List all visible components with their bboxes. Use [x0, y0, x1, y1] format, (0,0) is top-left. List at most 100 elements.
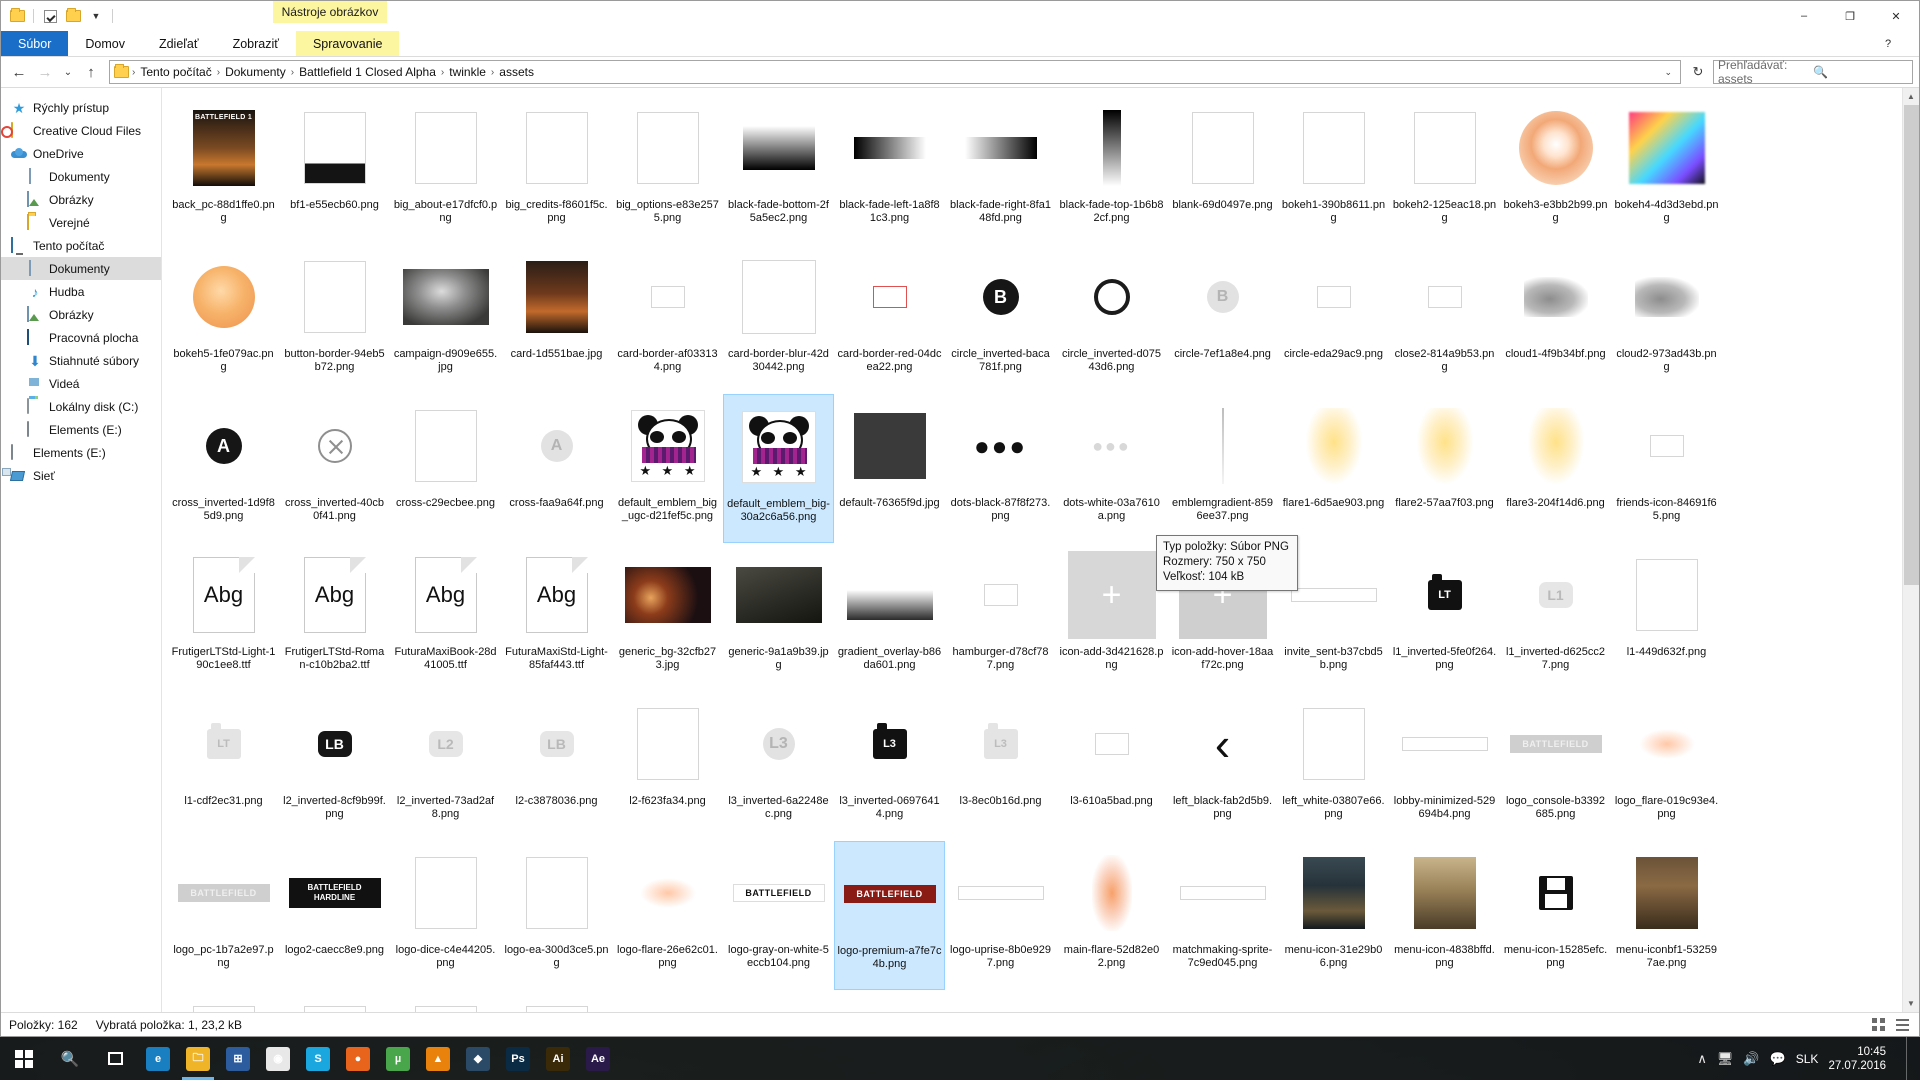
- taskbar-app-steam[interactable]: ◆: [458, 1037, 498, 1080]
- file-item[interactable]: LT l1-cdf2ec31.png: [168, 692, 279, 841]
- file-item[interactable]: bokeh4-4d3d3ebd.png: [1611, 96, 1722, 245]
- close-button[interactable]: ✕: [1873, 1, 1919, 31]
- file-item[interactable]: Abg FuturaMaxiStd-Light-85faf443.ttf: [501, 543, 612, 692]
- file-item[interactable]: lobby-minimized-529694b4.png: [1389, 692, 1500, 841]
- taskbar-app-vlc[interactable]: ▲: [418, 1037, 458, 1080]
- file-item[interactable]: L2 l2_inverted-73ad2af8.png: [390, 692, 501, 841]
- action-center-icon[interactable]: 💬: [1770, 1051, 1786, 1067]
- file-item[interactable]: black-fade-bottom-2f5a5ec2.png: [723, 96, 834, 245]
- chevron-down-icon[interactable]: ⌄: [1658, 67, 1678, 78]
- sidebar-item-onedrive-documents[interactable]: Dokumenty: [1, 165, 161, 188]
- file-item[interactable]: ★ ★ ★ default_emblem_big_ugc-d21fef5c.png: [612, 394, 723, 543]
- file-item[interactable]: BATTLEFIELD logo-premium-a7fe7c4b.png: [834, 841, 945, 990]
- file-item[interactable]: BATTLEFIELD logo_console-b3392685.png: [1500, 692, 1611, 841]
- file-item[interactable]: circle-eda29ac9.png: [1278, 245, 1389, 394]
- tab-manage[interactable]: Spravovanie: [295, 31, 400, 57]
- tab-home[interactable]: Domov: [68, 31, 142, 57]
- file-item[interactable]: L3 l3_inverted-06976414.png: [834, 692, 945, 841]
- file-item[interactable]: flare3-204f14d6.png: [1500, 394, 1611, 543]
- file-item[interactable]: campaign-d909e655.jpg: [390, 245, 501, 394]
- taskbar-app-edge[interactable]: e: [138, 1037, 178, 1080]
- file-item[interactable]: bokeh5-1fe079ac.png: [168, 245, 279, 394]
- file-item[interactable]: Abg FuturaMaxiBook-28d41005.ttf: [390, 543, 501, 692]
- file-item[interactable]: cross-c29ecbee.png: [390, 394, 501, 543]
- sidebar-item-music[interactable]: ♪ Hudba: [1, 280, 161, 303]
- file-item[interactable]: black-fade-right-8fa148fd.png: [945, 96, 1056, 245]
- recent-locations-button[interactable]: ⌄: [59, 60, 77, 84]
- file-item[interactable]: card-border-af033134.png: [612, 245, 723, 394]
- file-item[interactable]: Abg FrutigerLTStd-Light-190c1ee8.ttf: [168, 543, 279, 692]
- file-item[interactable]: + icon-add-3d421628.png: [1056, 543, 1167, 692]
- file-item[interactable]: L1 l1_inverted-d625cc27.png: [1500, 543, 1611, 692]
- file-item[interactable]: card-1d551bae.jpg: [501, 245, 612, 394]
- file-item[interactable]: logo-flare-26e62c01.png: [612, 841, 723, 990]
- file-item[interactable]: ★ ★ ★ default_emblem_big-30a2c6a56.png: [723, 394, 834, 543]
- properties-checkbox-icon[interactable]: [40, 6, 60, 26]
- taskbar-app-store[interactable]: ⊞: [218, 1037, 258, 1080]
- file-item[interactable]: LB l2-c3878036.png: [501, 692, 612, 841]
- file-item[interactable]: logo-ea-300d3ce5.png: [501, 841, 612, 990]
- file-item[interactable]: L3 l3_inverted-6a2248ec.png: [723, 692, 834, 841]
- network-icon[interactable]: 🖥: [1717, 1051, 1734, 1067]
- file-item[interactable]: l3-610a5bad.png: [1056, 692, 1167, 841]
- file-item[interactable]: friends-icon-84691f65.png: [1611, 394, 1722, 543]
- tab-file[interactable]: Súbor: [1, 31, 69, 57]
- tab-share[interactable]: Zdieľať: [142, 31, 216, 57]
- taskbar-app-illustrator[interactable]: Ai: [538, 1037, 578, 1080]
- file-item[interactable]: l2-f623fa34.png: [612, 692, 723, 841]
- file-item[interactable]: logo-dice-c4e44205.png: [390, 841, 501, 990]
- taskbar-app-aftereffects[interactable]: Ae: [578, 1037, 618, 1080]
- address-bar[interactable]: › Tento počítač › Dokumenty › Battlefiel…: [109, 60, 1681, 84]
- file-item[interactable]: menu-icon-4838bffd.png: [1389, 841, 1500, 990]
- navigation-pane[interactable]: ★ Rýchly prístup Creative Cloud Files On…: [1, 88, 161, 1012]
- sidebar-item-network[interactable]: Sieť: [1, 464, 161, 487]
- file-item[interactable]: hamburger-d78cf787.png: [945, 543, 1056, 692]
- taskbar-app-chrome[interactable]: ◉: [258, 1037, 298, 1080]
- file-item[interactable]: Bcircle_inverted-baca781f.png: [945, 245, 1056, 394]
- file-item[interactable]: generic-9a1a9b39.jpg: [723, 543, 834, 692]
- taskbar-app-file-explorer[interactable]: 🗀: [178, 1037, 218, 1080]
- file-item[interactable]: flare2-57aa7f03.png: [1389, 394, 1500, 543]
- file-item[interactable]: circle_inverted-d07543d6.png: [1056, 245, 1167, 394]
- new-folder-icon[interactable]: [63, 6, 83, 26]
- file-item[interactable]: gradient_overlay-b86da601.png: [834, 543, 945, 692]
- file-item[interactable]: emblemgradient-8596ee37.png: [1167, 394, 1278, 543]
- breadcrumb-documents[interactable]: Dokumenty: [221, 63, 290, 81]
- refresh-button[interactable]: ↻: [1687, 64, 1709, 80]
- sidebar-item-quick-access[interactable]: ★ Rýchly prístup: [1, 96, 161, 119]
- file-item[interactable]: big_options-e83e2575.png: [612, 96, 723, 245]
- sidebar-item-local-disk-c[interactable]: Lokálny disk (C:): [1, 395, 161, 418]
- breadcrumb-twinkle[interactable]: twinkle: [445, 63, 490, 81]
- start-button[interactable]: [0, 1037, 48, 1080]
- taskbar-app-firefox[interactable]: ●: [338, 1037, 378, 1080]
- sidebar-item-videos[interactable]: Videá: [1, 372, 161, 395]
- file-item[interactable]: blank-69d0497e.png: [1167, 96, 1278, 245]
- file-item[interactable]: card-border-red-04dcea22.png: [834, 245, 945, 394]
- sidebar-item-onedrive[interactable]: OneDrive: [1, 142, 161, 165]
- file-item[interactable]: cross_inverted-40cb0f41.png: [279, 394, 390, 543]
- file-item[interactable]: big_about-e17dfcf0.png: [390, 96, 501, 245]
- file-item[interactable]: LB l2_inverted-8cf9b99f.png: [279, 692, 390, 841]
- file-item[interactable]: generic_bg-32cfb273.jpg: [612, 543, 723, 692]
- volume-icon[interactable]: 🔊: [1743, 1051, 1759, 1067]
- file-item[interactable]: bokeh3-e3bb2b99.png: [1500, 96, 1611, 245]
- file-item[interactable]: flare1-6d5ae903.png: [1278, 394, 1389, 543]
- file-item[interactable]: OPTIONSoptions_inverted-2972c398.png: [723, 990, 834, 1012]
- minimize-button[interactable]: –: [1781, 1, 1827, 31]
- sidebar-item-downloads[interactable]: ⬇ Stiahnuté súbory: [1, 349, 161, 372]
- search-icon[interactable]: 🔍: [1813, 65, 1908, 79]
- file-item[interactable]: menu-icon-light-e580202a.png: [501, 990, 612, 1012]
- scroll-down-arrow[interactable]: ▼: [1903, 995, 1919, 1012]
- file-item[interactable]: bokeh1-390b8611.png: [1278, 96, 1389, 245]
- chevron-down-icon[interactable]: ▼: [86, 6, 106, 26]
- sidebar-item-onedrive-public[interactable]: Verejné: [1, 211, 161, 234]
- sidebar-item-creative-cloud[interactable]: Creative Cloud Files: [1, 119, 161, 142]
- task-view-button[interactable]: [92, 1037, 138, 1080]
- file-list-pane[interactable]: BATTLEFIELD 1 back_pc-88d1ffe0.png bf1-e55…: [161, 88, 1919, 1012]
- forward-button[interactable]: →: [33, 60, 57, 84]
- file-item[interactable]: bf1-e55ecb60.png: [279, 96, 390, 245]
- file-item[interactable]: default-76365f9d.jpg: [834, 394, 945, 543]
- breadcrumb-this-pc[interactable]: Tento počítač: [136, 63, 215, 81]
- file-item[interactable]: BATTLEFIELD 1 back_pc-88d1ffe0.png: [168, 96, 279, 245]
- file-item[interactable]: ●●● dots-black-87f8f273.png: [945, 394, 1056, 543]
